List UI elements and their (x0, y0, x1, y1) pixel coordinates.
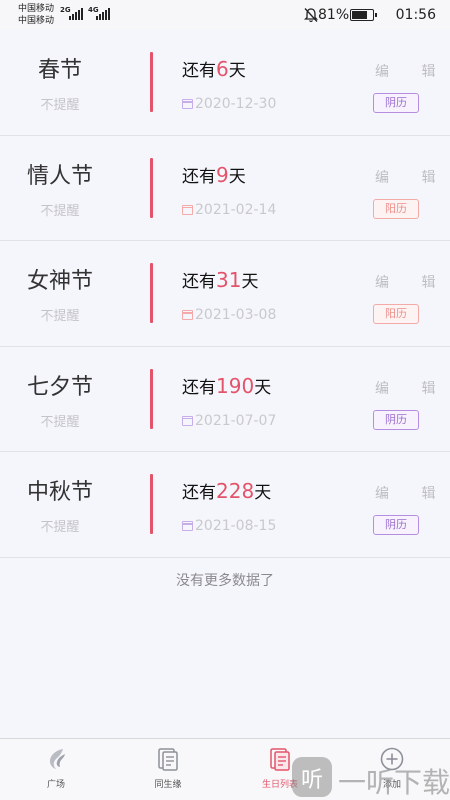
calendar-icon (182, 204, 193, 215)
date-text: 2021-07-07 (195, 412, 277, 429)
edit-button[interactable]: 编 辑 (375, 483, 449, 503)
battery-percent: 81% (318, 7, 350, 23)
festival-card[interactable]: 情人节 不提醒 还有9天 2021-02-14 编 辑 阳历 (0, 135, 450, 241)
nav-item-same-birthday[interactable]: 同生缘 (112, 739, 224, 800)
remind-status: 不提醒 (40, 520, 80, 535)
festival-date: 2021-07-07 (182, 413, 276, 429)
accent-divider (150, 263, 153, 323)
countdown-prefix: 还有 (182, 61, 216, 81)
remind-status: 不提醒 (40, 98, 80, 113)
festival-date: 2020-12-30 (182, 96, 276, 112)
date-text: 2021-02-14 (195, 201, 277, 218)
nav-item-square[interactable]: 广场 (0, 739, 112, 800)
watermark: 听 一听下载 (292, 755, 450, 800)
network-type-2: 4G (88, 6, 99, 14)
countdown: 还有228天 (182, 478, 271, 503)
battery-icon (350, 9, 377, 21)
list-document-icon (270, 748, 290, 771)
countdown-prefix: 还有 (182, 377, 216, 398)
battery-fill (352, 11, 368, 19)
countdown: 还有6天 (182, 56, 246, 81)
days-remaining: 6 (216, 57, 229, 81)
festival-date: 2021-08-15 (182, 518, 276, 534)
app-screen: 中国移动 中国移动 2G 4G 81% 01:56 春节 不提醒 还有6天 20… (0, 0, 450, 800)
festival-card[interactable]: 女神节 不提醒 还有31天 2021-03-08 编 辑 阳历 (0, 241, 450, 347)
festival-name: 中秋节 (26, 480, 93, 505)
clock: 01:56 (395, 7, 436, 23)
accent-divider (150, 157, 153, 218)
nav-label-same-birthday: 同生缘 (154, 780, 182, 790)
accent-divider (150, 474, 153, 534)
remind-status: 不提醒 (40, 414, 80, 430)
days-remaining: 31 (216, 268, 242, 292)
document-icon (158, 748, 178, 771)
countdown-suffix: 天 (241, 272, 259, 292)
status-bar: 中国移动 中国移动 2G 4G 81% 01:56 (0, 0, 450, 30)
calendar-type-badge: 阴历 (373, 515, 419, 535)
countdown: 还有9天 (182, 162, 246, 187)
calendar-icon (182, 310, 193, 320)
accent-divider (150, 368, 153, 429)
countdown-prefix: 还有 (182, 483, 216, 503)
countdown-prefix: 还有 (182, 272, 216, 292)
edit-button[interactable]: 编 辑 (375, 61, 449, 81)
festival-card[interactable]: 中秋节 不提醒 还有228天 2021-08-15 编 辑 阴历 (0, 452, 450, 558)
network-type-1: 2G (60, 6, 71, 14)
date-text: 2021-08-15 (195, 518, 277, 534)
festival-card[interactable]: 春节 不提醒 还有6天 2020-12-30 编 辑 阴历 (0, 30, 450, 136)
countdown-prefix: 还有 (182, 166, 216, 187)
remind-status: 不提醒 (40, 203, 80, 219)
edit-button[interactable]: 编 辑 (375, 167, 449, 187)
countdown-suffix: 天 (228, 166, 246, 187)
mute-bell-icon (304, 8, 318, 23)
carrier-1: 中国移动 (18, 4, 55, 14)
nav-label-square: 广场 (46, 780, 65, 790)
wing-icon (49, 749, 65, 769)
festival-name: 七夕节 (26, 374, 93, 400)
accent-divider (150, 52, 153, 112)
calendar-icon (182, 521, 193, 531)
watermark-logo: 听 (292, 757, 332, 797)
calendar-type-badge: 阳历 (373, 198, 419, 219)
countdown-suffix: 天 (254, 377, 272, 398)
edit-button[interactable]: 编 辑 (375, 378, 449, 398)
days-remaining: 228 (216, 479, 255, 503)
countdown-suffix: 天 (228, 61, 246, 81)
watermark-logo-text: 听 (300, 768, 323, 793)
festival-list: 春节 不提醒 还有6天 2020-12-30 编 辑 阴历 情人节 不提醒 还有… (0, 30, 450, 558)
watermark-text: 一听下载 (338, 766, 450, 799)
festival-date: 2021-03-08 (182, 307, 276, 323)
date-text: 2021-03-08 (195, 307, 277, 323)
festival-name: 春节 (37, 58, 82, 83)
days-remaining: 190 (216, 373, 255, 398)
festival-date: 2021-02-14 (182, 202, 276, 218)
no-more-data-text: 没有更多数据了 (176, 573, 274, 589)
calendar-icon (182, 415, 193, 426)
status-right: 81% 01:56 (276, 6, 436, 24)
calendar-type-badge: 阴历 (373, 409, 419, 430)
festival-name: 情人节 (26, 163, 93, 189)
carrier-2: 中国移动 (18, 16, 55, 26)
edit-button[interactable]: 编 辑 (375, 272, 449, 292)
countdown: 还有31天 (182, 267, 258, 292)
date-text: 2020-12-30 (195, 96, 277, 112)
days-remaining: 9 (216, 162, 229, 187)
festival-name: 女神节 (26, 269, 93, 294)
calendar-icon (182, 99, 193, 109)
festival-card[interactable]: 七夕节 不提醒 还有190天 2021-07-07 编 辑 阴历 (0, 346, 450, 452)
calendar-type-badge: 阴历 (373, 93, 419, 113)
remind-status: 不提醒 (40, 309, 80, 324)
countdown: 还有190天 (182, 373, 271, 398)
calendar-type-badge: 阳历 (373, 304, 419, 324)
countdown-suffix: 天 (254, 483, 272, 503)
